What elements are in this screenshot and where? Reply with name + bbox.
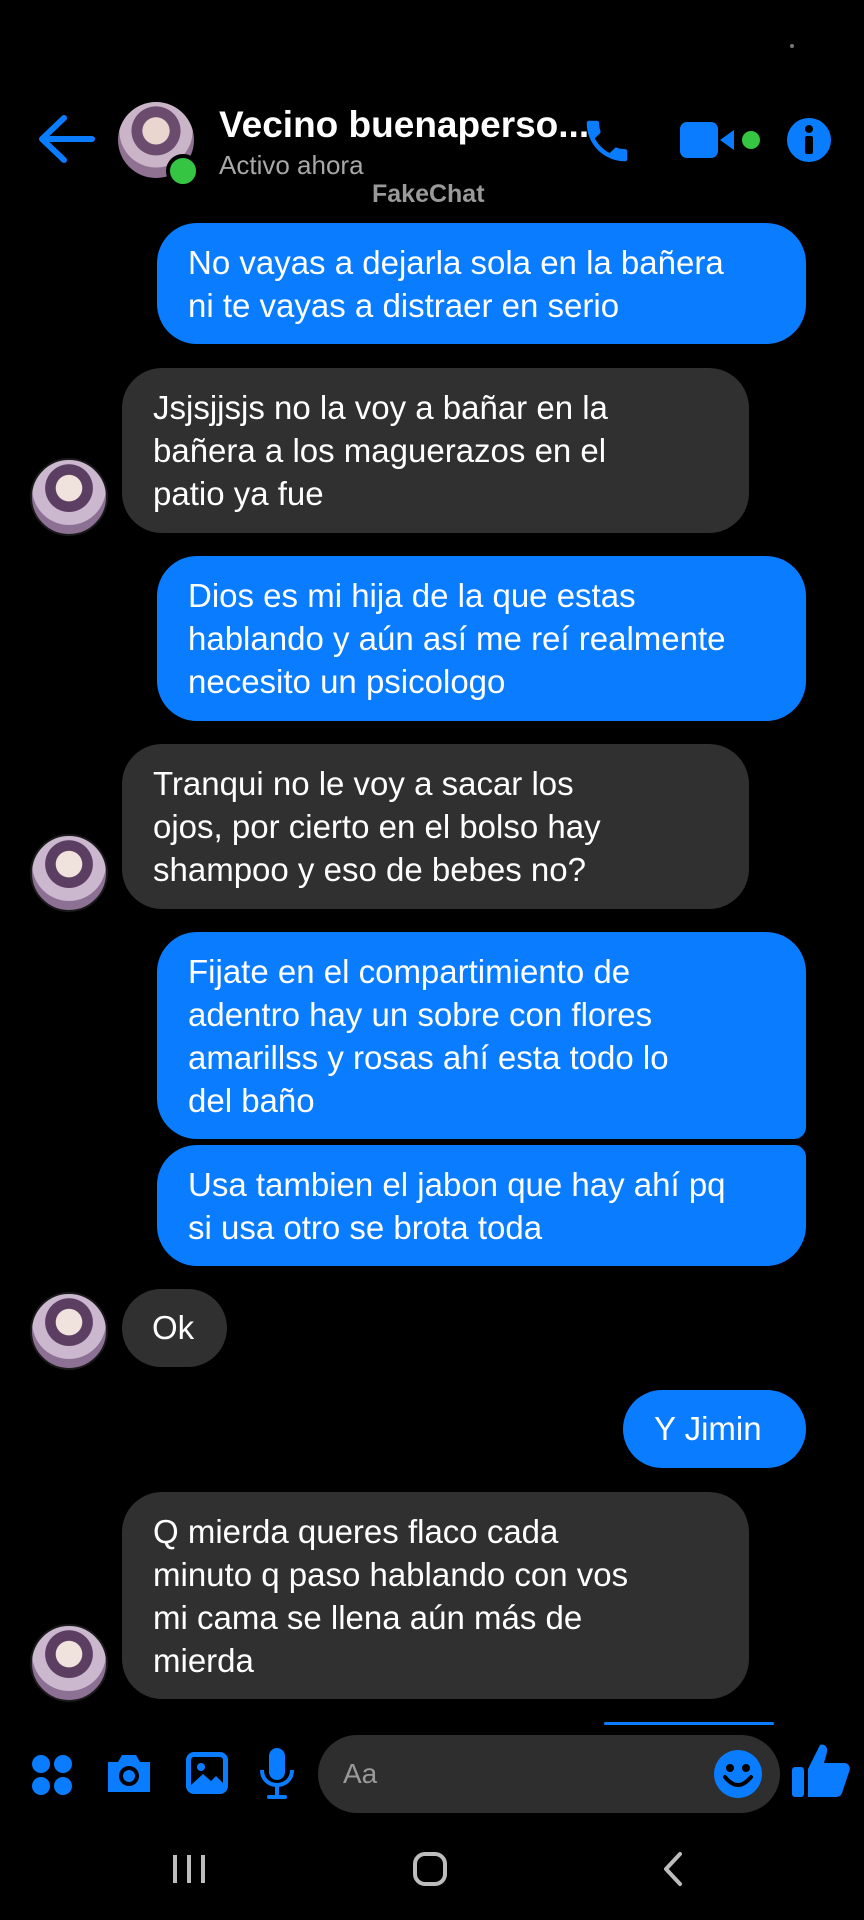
message-text: Y Jimin bbox=[654, 1410, 762, 1447]
message-received[interactable]: Tranqui no le voy a sacar los ojos, por … bbox=[122, 744, 749, 909]
message-text: si usa otro se brota toda bbox=[188, 1209, 543, 1246]
scroll-indicator bbox=[604, 1722, 774, 1725]
back-button[interactable] bbox=[36, 112, 98, 166]
message-text: mierda bbox=[153, 1642, 254, 1679]
emoji-icon bbox=[714, 1750, 762, 1798]
message-text: bañera a los maguerazos en el bbox=[153, 432, 607, 469]
gallery-button[interactable] bbox=[184, 1750, 230, 1796]
online-indicator bbox=[166, 154, 200, 188]
camera-icon bbox=[108, 1755, 150, 1792]
video-call-button[interactable] bbox=[680, 118, 766, 162]
thumbs-up-icon bbox=[792, 1744, 850, 1797]
message-text: minuto q paso hablando con vos bbox=[153, 1556, 629, 1593]
message-text: amarillss y rosas ahí esta todo lo bbox=[188, 1039, 669, 1076]
camera-button[interactable] bbox=[104, 1750, 154, 1796]
message-text: del baño bbox=[188, 1082, 315, 1119]
emoji-button[interactable] bbox=[713, 1749, 763, 1799]
message-sent[interactable]: No vayas a dejarla sola en la bañera ni … bbox=[157, 223, 806, 344]
message-text: Jsjsjjsjs no la voy a bañar en la bbox=[153, 389, 608, 426]
like-button[interactable] bbox=[790, 1739, 852, 1801]
message-text: shampoo y eso de bebes no? bbox=[153, 851, 586, 888]
message-text: mi cama se llena aún más de bbox=[153, 1599, 583, 1636]
apps-icon bbox=[32, 1755, 72, 1795]
back-arrow-icon bbox=[39, 115, 95, 163]
message-text: hablando y aún así me reí realmente bbox=[188, 620, 726, 657]
message-sent[interactable]: Y Jimin bbox=[623, 1390, 806, 1468]
message-text: Ok bbox=[152, 1309, 195, 1346]
message-text: Fijate en el compartimiento de bbox=[188, 953, 631, 990]
contact-avatar-small[interactable] bbox=[30, 834, 108, 912]
message-text: adentro hay un sobre con flores bbox=[188, 996, 653, 1033]
message-sent[interactable]: Fijate en el compartimiento de adentro h… bbox=[157, 932, 806, 1139]
contact-avatar-small[interactable] bbox=[30, 1292, 108, 1370]
message-text: ni te vayas a distraer en serio bbox=[188, 287, 620, 324]
message-text: Q mierda queres flaco cada bbox=[153, 1513, 559, 1550]
message-received[interactable]: Q mierda queres flaco cada minuto q paso… bbox=[122, 1492, 749, 1699]
voice-record-button[interactable] bbox=[258, 1746, 296, 1802]
message-text: No vayas a dejarla sola en la bañera bbox=[188, 244, 724, 281]
status-bar-indicator bbox=[790, 44, 794, 48]
contact-status: Activo ahora bbox=[219, 150, 364, 180]
video-camera-icon bbox=[680, 122, 760, 158]
recents-icon bbox=[173, 1855, 205, 1883]
microphone-icon bbox=[260, 1748, 294, 1799]
gallery-icon bbox=[186, 1752, 228, 1794]
nav-home-button[interactable] bbox=[411, 1850, 449, 1888]
contact-avatar-small[interactable] bbox=[30, 458, 108, 536]
home-icon bbox=[413, 1852, 447, 1886]
apps-button[interactable] bbox=[30, 1753, 74, 1797]
nav-back-button[interactable] bbox=[658, 1850, 686, 1888]
message-text: Dios es mi hija de la que estas bbox=[188, 577, 636, 614]
message-input[interactable] bbox=[318, 1735, 780, 1813]
nav-recents-button[interactable] bbox=[170, 1852, 208, 1886]
info-icon bbox=[787, 118, 831, 162]
watermark: FakeChat bbox=[372, 180, 485, 208]
contact-avatar-small[interactable] bbox=[30, 1624, 108, 1702]
info-button[interactable] bbox=[786, 117, 832, 163]
message-received[interactable]: Ok bbox=[122, 1289, 227, 1367]
message-input-placeholder: Aa bbox=[343, 1758, 378, 1789]
message-text: patio ya fue bbox=[153, 475, 324, 512]
message-sent[interactable]: Usa tambien el jabon que hay ahí pq si u… bbox=[157, 1145, 806, 1266]
nav-back-icon bbox=[664, 1852, 682, 1886]
message-text: ojos, por cierto en el bolso hay bbox=[153, 808, 601, 845]
message-text: necesito un psicologo bbox=[188, 663, 506, 700]
message-text: Tranqui no le voy a sacar los bbox=[153, 765, 574, 802]
contact-name[interactable]: Vecino buenaperso... bbox=[219, 104, 589, 146]
phone-icon bbox=[586, 120, 628, 162]
message-received[interactable]: Jsjsjjsjs no la voy a bañar en la bañera… bbox=[122, 368, 749, 533]
message-text: Usa tambien el jabon que hay ahí pq bbox=[188, 1166, 726, 1203]
message-sent[interactable]: Dios es mi hija de la que estas hablando… bbox=[157, 556, 806, 721]
call-button[interactable] bbox=[580, 114, 634, 168]
